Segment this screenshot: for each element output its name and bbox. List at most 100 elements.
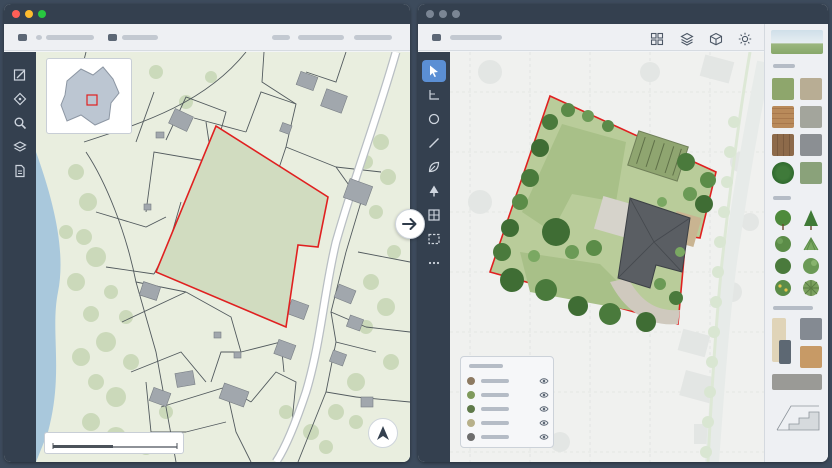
minimap-shape xyxy=(60,66,120,126)
landscape-thumbnail[interactable] xyxy=(771,30,823,54)
material-moss[interactable] xyxy=(800,162,822,184)
tree-tool[interactable] xyxy=(422,180,446,202)
close-window-button[interactable] xyxy=(12,10,20,18)
menu-item-placeholder[interactable] xyxy=(298,35,344,40)
select-tool[interactable] xyxy=(422,60,446,82)
succulent-icon xyxy=(803,280,819,296)
layer-color-dot xyxy=(467,391,475,399)
sun-icon[interactable] xyxy=(738,32,752,46)
menu-item-placeholder[interactable] xyxy=(450,35,502,40)
layers-icon[interactable] xyxy=(680,32,694,46)
close-window-button[interactable] xyxy=(426,10,434,18)
arrow-right-icon xyxy=(402,218,417,230)
layer-name-placeholder xyxy=(481,407,509,411)
leaf-tool[interactable] xyxy=(422,156,446,178)
layer-name-placeholder xyxy=(481,393,509,397)
structure-panel-dark[interactable] xyxy=(779,340,791,364)
more-tools-button[interactable] xyxy=(422,252,446,274)
conifer-tree-icon xyxy=(804,210,818,230)
menu-item-placeholder[interactable] xyxy=(46,35,94,40)
design-tools xyxy=(418,52,450,462)
layers-panel[interactable] xyxy=(460,356,554,448)
material-gravel[interactable] xyxy=(800,78,822,100)
maximize-window-button[interactable] xyxy=(452,10,460,18)
line-icon xyxy=(429,138,439,148)
structure-wall[interactable] xyxy=(800,318,822,340)
maximize-window-button[interactable] xyxy=(38,10,46,18)
structure-timber[interactable] xyxy=(800,346,822,368)
stairs-structure-icon[interactable] xyxy=(773,400,823,436)
layer-row[interactable] xyxy=(467,431,549,443)
document-tool[interactable] xyxy=(8,160,32,182)
layers-tool[interactable] xyxy=(8,136,32,158)
dashed-rect-tool[interactable] xyxy=(422,228,446,250)
north-compass-button[interactable] xyxy=(368,418,398,448)
cube-3d-icon[interactable] xyxy=(709,32,723,46)
pen-node-icon xyxy=(13,92,27,106)
section-label-plants xyxy=(773,196,791,200)
left-toolbar xyxy=(4,52,36,462)
minimize-window-button[interactable] xyxy=(25,10,33,18)
layer-row[interactable] xyxy=(467,375,549,387)
menu-bar xyxy=(4,24,410,51)
grass-clump-icon xyxy=(803,237,819,251)
pen-node-tool[interactable] xyxy=(8,88,32,110)
menu-item-placeholder[interactable] xyxy=(354,35,392,40)
title-bar xyxy=(4,4,410,24)
window-grid-tool[interactable] xyxy=(422,204,446,226)
circle-tool[interactable] xyxy=(422,108,446,130)
search-tool[interactable] xyxy=(8,112,32,134)
layer-name-placeholder xyxy=(481,379,509,383)
layer-row[interactable] xyxy=(467,389,549,401)
material-hedge[interactable] xyxy=(772,162,794,184)
transform-arrow-button[interactable] xyxy=(395,209,425,239)
material-stone[interactable] xyxy=(800,106,822,128)
more-icon xyxy=(428,261,440,265)
scale-ruler xyxy=(52,443,178,449)
menu-item-placeholder[interactable] xyxy=(122,35,158,40)
section-label-materials xyxy=(773,64,795,68)
menu-dot xyxy=(36,35,42,40)
angle-measure-tool[interactable] xyxy=(422,84,446,106)
section-label-structures xyxy=(773,306,813,310)
layer-color-dot xyxy=(467,419,475,427)
menu-icon[interactable] xyxy=(18,34,27,41)
eye-icon[interactable] xyxy=(539,418,549,428)
material-timber[interactable] xyxy=(772,134,794,156)
menu-item-placeholder[interactable] xyxy=(272,35,290,40)
minimize-window-button[interactable] xyxy=(439,10,447,18)
material-paving[interactable] xyxy=(800,134,822,156)
flower-plant-icon xyxy=(775,280,791,296)
eye-icon[interactable] xyxy=(539,404,549,414)
circle-icon xyxy=(428,113,440,125)
eye-icon[interactable] xyxy=(539,376,549,386)
structure-gravel-strip[interactable] xyxy=(772,374,822,390)
edit-plan-icon xyxy=(13,69,26,81)
title-bar xyxy=(418,4,828,24)
material-wood-deck[interactable] xyxy=(772,106,794,128)
design-toolbar xyxy=(418,24,764,51)
asset-library-panel xyxy=(764,24,828,462)
grid-view-icon[interactable] xyxy=(650,32,664,46)
design-canvas[interactable] xyxy=(450,52,764,462)
layer-color-dot xyxy=(467,377,475,385)
material-grass[interactable] xyxy=(772,78,794,100)
menu-icon[interactable] xyxy=(108,34,117,41)
layer-row[interactable] xyxy=(467,417,549,429)
site-map-canvas[interactable] xyxy=(36,52,410,462)
angle-measure-icon xyxy=(429,90,439,100)
site-map-window xyxy=(4,4,410,462)
landscape-design-window xyxy=(418,4,828,462)
menu-icon[interactable] xyxy=(432,34,441,41)
navigation-arrow-icon xyxy=(377,426,389,440)
eye-icon[interactable] xyxy=(539,390,549,400)
layer-row[interactable] xyxy=(467,403,549,415)
eye-icon[interactable] xyxy=(539,432,549,442)
line-tool[interactable] xyxy=(422,132,446,154)
layers-icon xyxy=(13,141,27,152)
plant-library[interactable] xyxy=(771,208,825,298)
leaf-icon xyxy=(428,161,440,173)
edit-plan-tool[interactable] xyxy=(8,64,32,86)
round-shrub-icon xyxy=(775,236,791,252)
overview-minimap[interactable] xyxy=(46,58,132,134)
